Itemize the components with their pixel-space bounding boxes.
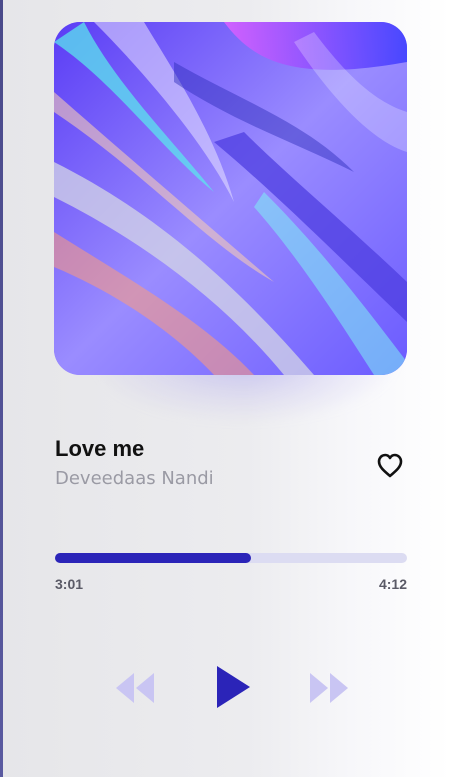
previous-button[interactable] <box>114 671 156 705</box>
total-time: 4:12 <box>378 576 407 592</box>
play-button[interactable] <box>214 664 252 710</box>
next-button[interactable] <box>308 671 350 705</box>
track-artist: Deveedaas Nandi <box>55 468 214 489</box>
like-button[interactable] <box>375 451 405 479</box>
progress-fill <box>55 553 251 563</box>
fast-forward-icon <box>310 673 348 703</box>
play-icon <box>217 666 250 708</box>
track-title: Love me <box>55 436 145 461</box>
album-art <box>54 22 407 375</box>
progress-bar[interactable] <box>55 553 407 563</box>
current-time: 3:01 <box>55 576 84 592</box>
album-art-pattern <box>54 22 407 375</box>
rewind-icon <box>116 673 154 703</box>
heart-outline-icon <box>377 453 403 478</box>
window-edge <box>0 0 3 777</box>
